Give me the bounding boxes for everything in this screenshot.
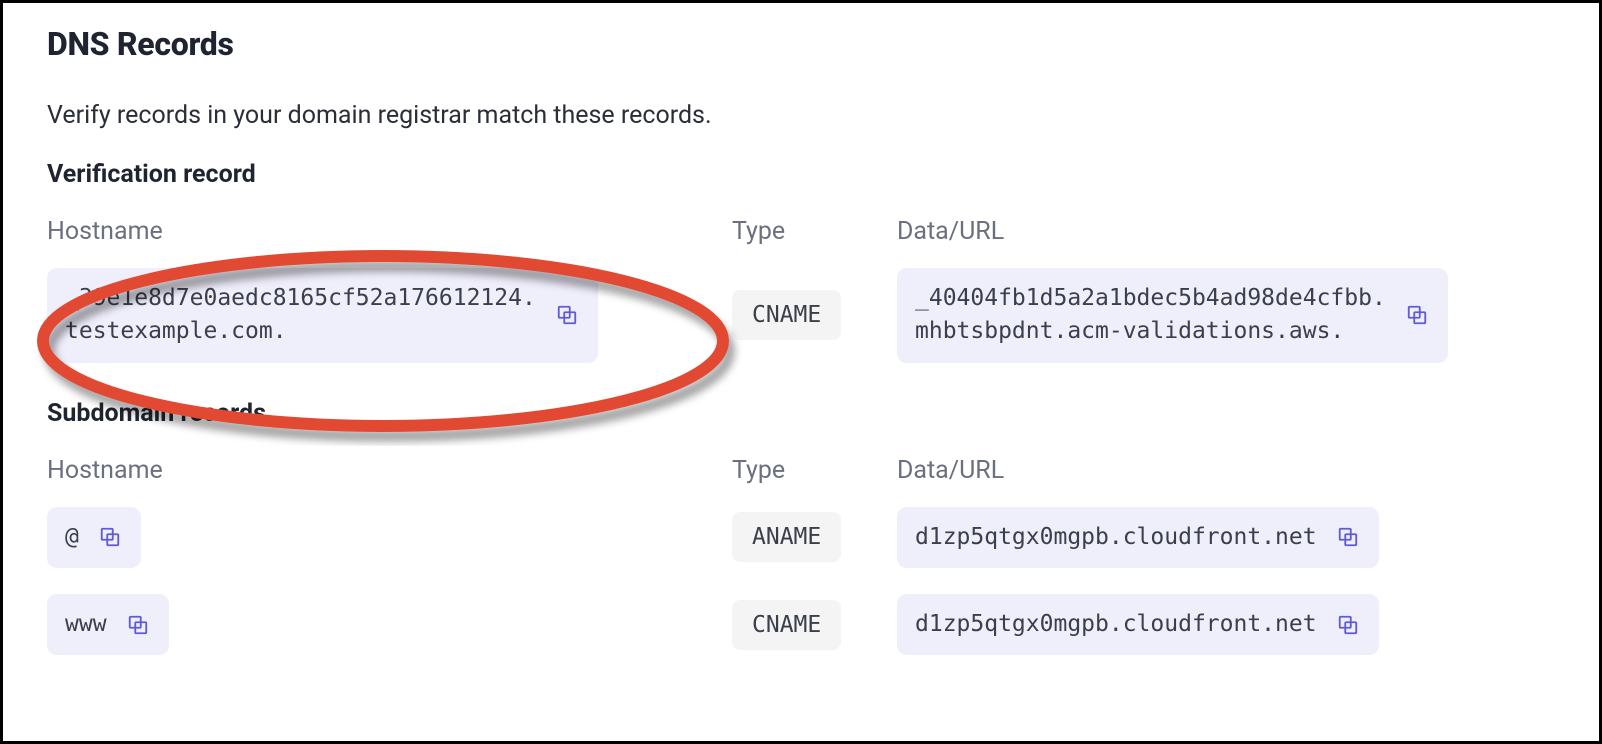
subdomain-hostname-value: @ <box>65 521 79 554</box>
verification-hostname-value: _39e1e8d7e0aedc8165cf52a176612124. teste… <box>65 282 536 349</box>
subdomain-hostname-chip: @ <box>47 507 141 568</box>
subdomain-data-chip: d1zp5qtgx0mgpb.cloudfront.net <box>897 594 1379 655</box>
copy-icon <box>1337 526 1359 548</box>
subdomain-record-row: www CNAME d1zp5qtgx0mgpb.cloudfront.net <box>47 594 1555 655</box>
subdomain-record-row: @ ANAME d1zp5qtgx0mgpb.cloudfront.net <box>47 507 1555 568</box>
col-header-type: Type <box>732 456 877 485</box>
subdomain-type-value: CNAME <box>752 612 821 638</box>
subdomain-column-headers: Hostname Type Data/URL <box>47 456 1555 485</box>
subdomain-type-chip: ANAME <box>732 512 841 562</box>
copy-button[interactable] <box>1335 612 1361 638</box>
dns-records-panel: DNS Records Verify records in your domai… <box>0 0 1602 744</box>
subdomain-type-chip: CNAME <box>732 600 841 650</box>
copy-icon <box>1406 304 1428 326</box>
col-header-data: Data/URL <box>897 217 1555 246</box>
verification-data-chip: _40404fb1d5a2a1bdec5b4ad98de4cfbb. mhbts… <box>897 268 1448 363</box>
copy-button[interactable] <box>554 302 580 328</box>
copy-button[interactable] <box>1404 302 1430 328</box>
copy-icon <box>127 614 149 636</box>
subdomain-hostname-chip: www <box>47 594 169 655</box>
copy-icon <box>99 526 121 548</box>
subdomain-heading: Subdomain records <box>47 399 1555 428</box>
verification-hostname-chip: _39e1e8d7e0aedc8165cf52a176612124. teste… <box>47 268 598 363</box>
verification-type-chip: CNAME <box>732 290 841 340</box>
subdomain-type-value: ANAME <box>752 524 821 550</box>
page-title: DNS Records <box>47 25 1555 63</box>
verification-type-value: CNAME <box>752 302 821 328</box>
subdomain-data-chip: d1zp5qtgx0mgpb.cloudfront.net <box>897 507 1379 568</box>
copy-icon <box>1337 614 1359 636</box>
verification-column-headers: Hostname Type Data/URL <box>47 217 1555 246</box>
verification-heading: Verification record <box>47 160 1555 189</box>
col-header-type: Type <box>732 217 877 246</box>
verification-record-row: _39e1e8d7e0aedc8165cf52a176612124. teste… <box>47 268 1555 363</box>
copy-button[interactable] <box>125 612 151 638</box>
col-header-data: Data/URL <box>897 456 1555 485</box>
subdomain-data-value: d1zp5qtgx0mgpb.cloudfront.net <box>915 608 1317 641</box>
copy-button[interactable] <box>97 524 123 550</box>
verification-data-value: _40404fb1d5a2a1bdec5b4ad98de4cfbb. mhbts… <box>915 282 1386 349</box>
copy-icon <box>556 304 578 326</box>
copy-button[interactable] <box>1335 524 1361 550</box>
col-header-hostname: Hostname <box>47 456 712 485</box>
col-header-hostname: Hostname <box>47 217 712 246</box>
subdomain-hostname-value: www <box>65 608 107 641</box>
page-subtitle: Verify records in your domain registrar … <box>47 101 1555 130</box>
subdomain-data-value: d1zp5qtgx0mgpb.cloudfront.net <box>915 521 1317 554</box>
